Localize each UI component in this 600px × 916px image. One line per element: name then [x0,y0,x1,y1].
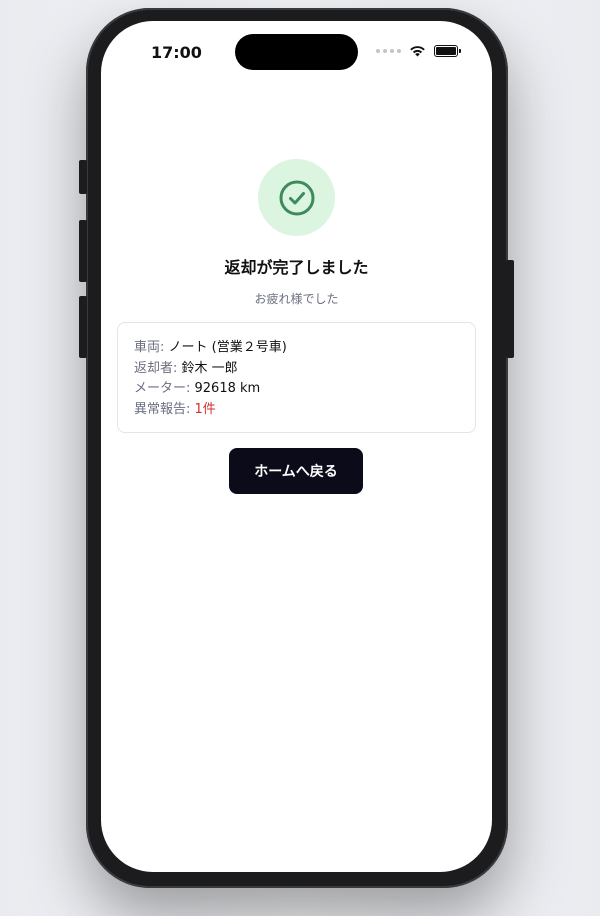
wifi-icon [410,46,425,57]
volume-up-button [79,220,87,282]
volume-down-button [79,296,87,358]
back-to-home-button[interactable]: ホームへ戻る [229,448,363,494]
dynamic-island [235,34,358,70]
detail-value: 92618 km [194,381,261,396]
completion-subtitle: お疲れ様でした [254,292,339,306]
screen: 17:00 返却が完了しました お疲れ様でした 車両: ノート (営業２号車) … [101,21,492,872]
status-icons [376,45,461,57]
detail-label: 異常報告: [134,401,195,417]
detail-row-anomaly: 異常報告: 1件 [134,400,459,421]
battery-icon [434,45,461,57]
anomaly-count: 1件 [194,401,216,417]
detail-label: メーター: [134,381,195,396]
detail-row-meter: メーター: 92618 km [134,379,459,400]
check-circle-icon [279,180,314,215]
return-summary-card: 車両: ノート (営業２号車) 返却者: 鈴木 一郎 メーター: 92618 k… [117,322,476,433]
detail-row-vehicle: 車両: ノート (営業２号車) [134,338,459,359]
mute-switch [79,160,87,194]
power-button [506,260,514,358]
detail-value: 鈴木 一郎 [181,360,238,376]
completion-title: 返却が完了しました [224,258,369,277]
detail-row-returner: 返却者: 鈴木 一郎 [134,359,459,380]
cellular-signal-icon [376,49,401,53]
detail-value: ノート (営業２号車) [168,340,287,355]
detail-label: 車両: [134,340,169,355]
detail-label: 返却者: [134,360,182,376]
status-time: 17:00 [151,43,202,62]
success-badge [258,159,335,236]
